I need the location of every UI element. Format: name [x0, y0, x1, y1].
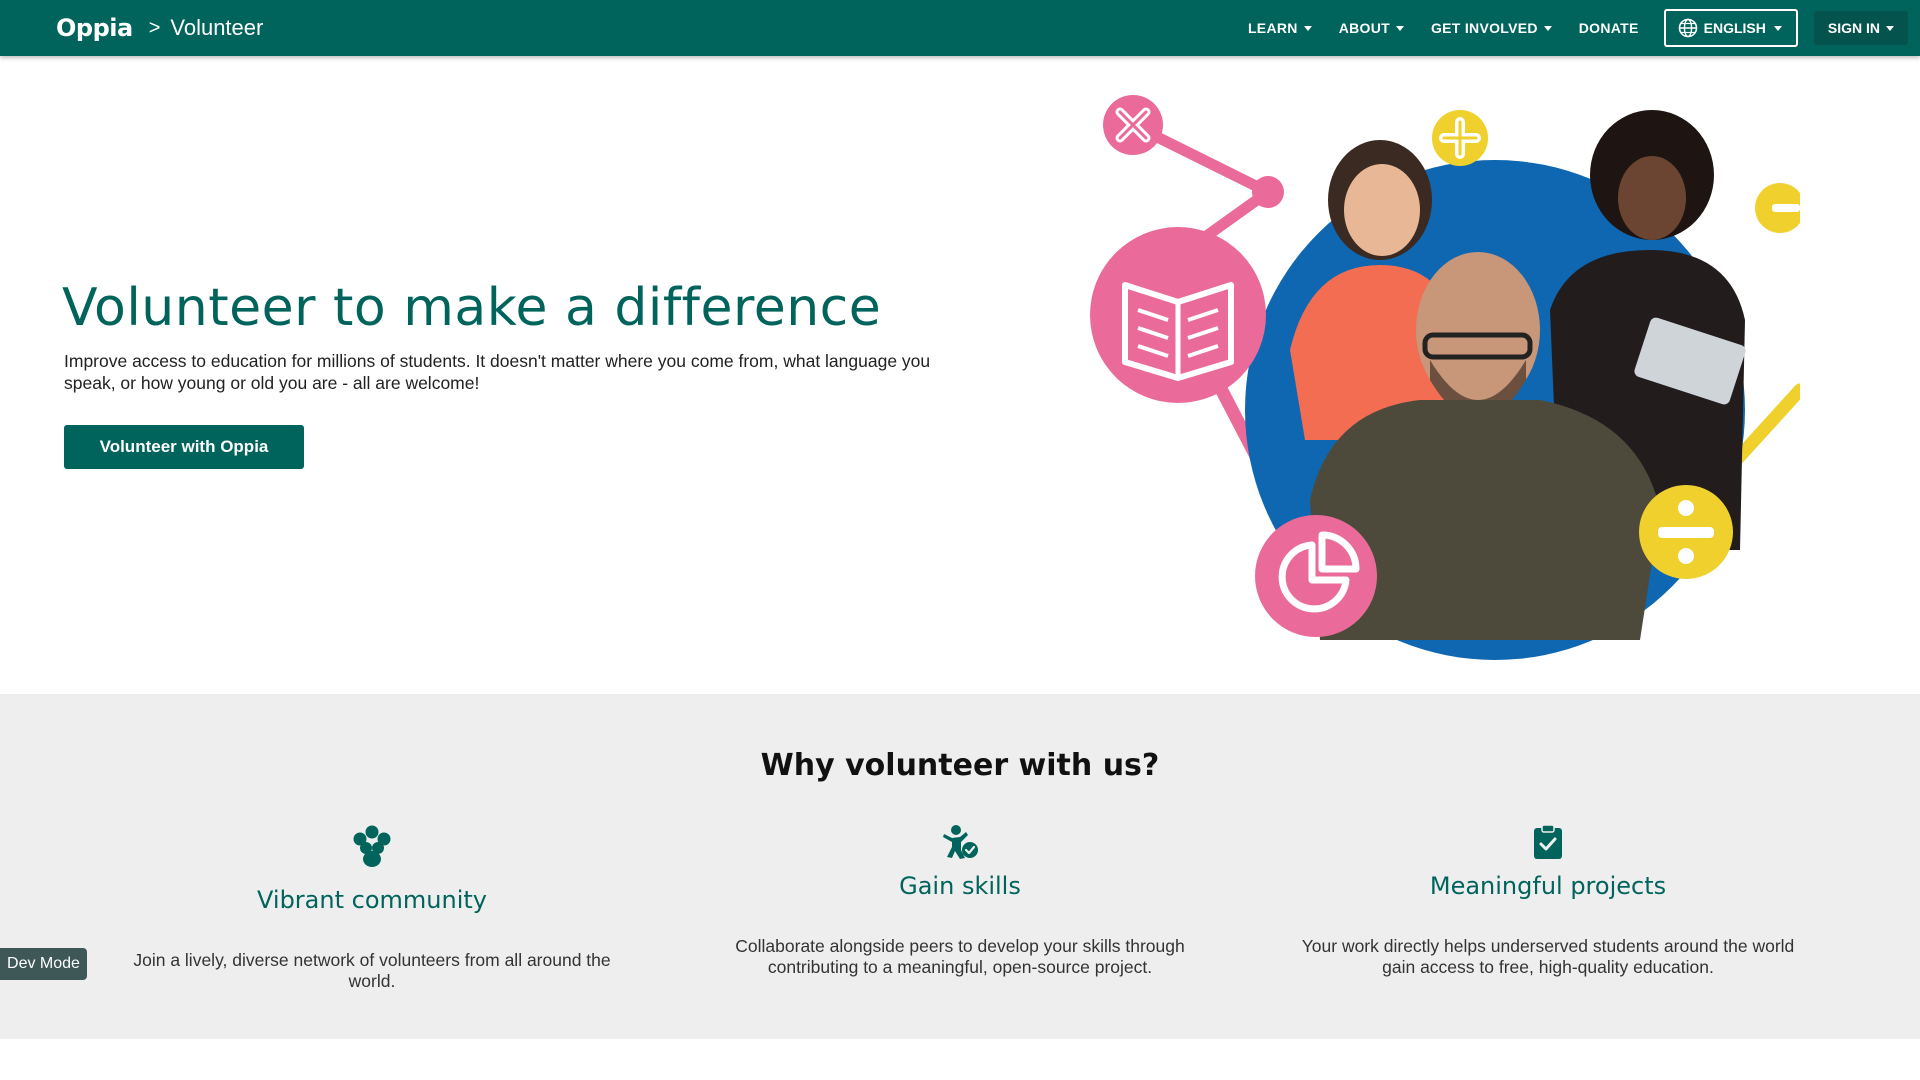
language-label: ENGLISH [1703, 20, 1766, 36]
why-section-title: Why volunteer with us? [760, 748, 1160, 783]
sign-in-button[interactable]: SIGN IN [1813, 11, 1908, 45]
language-selector[interactable]: ENGLISH [1663, 9, 1798, 47]
breadcrumb-separator: > [148, 16, 161, 39]
nav-about-label: ABOUT [1338, 20, 1390, 36]
feature-description: Join a lively, diverse network of volunt… [133, 950, 611, 991]
feature-card: Gain skills Collaborate alongside peers … [700, 824, 1220, 978]
feature-description: Your work directly helps underserved stu… [1301, 936, 1795, 977]
nav-get-involved-label: GET INVOLVED [1430, 20, 1538, 36]
caret-down-icon [1395, 25, 1404, 31]
oppia-logo[interactable]: Oppia [56, 14, 133, 42]
clipboard-check-icon [1534, 824, 1562, 859]
plus-badge [1432, 110, 1488, 166]
why-volunteer-section: Why volunteer with us? Vibrant community… [0, 694, 1920, 1039]
nav-learn-label: LEARN [1247, 20, 1298, 36]
globe-icon [1678, 18, 1697, 38]
volunteer-with-oppia-button[interactable]: Volunteer with Oppia [64, 425, 304, 469]
feature-title: Vibrant community [257, 886, 487, 914]
feature-card: Meaningful projects Your work directly h… [1288, 824, 1808, 978]
caret-down-icon [1303, 25, 1312, 31]
hero-description: Improve access to education for millions… [64, 351, 931, 393]
feature-title: Meaningful projects [1429, 872, 1667, 900]
community-icon [353, 825, 391, 867]
caret-down-icon [1543, 25, 1552, 31]
caret-down-icon [1773, 25, 1782, 31]
feature-card: Vibrant community Join a lively, diverse… [112, 824, 632, 992]
multiply-badge [1103, 95, 1163, 155]
feature-description: Collaborate alongside peers to develop y… [735, 936, 1185, 977]
hero-title: Volunteer to make a difference [62, 278, 882, 338]
feature-title: Gain skills [899, 872, 1021, 900]
sign-in-label: SIGN IN [1827, 20, 1880, 36]
brand-breadcrumb: Oppia > Volunteer [56, 12, 263, 44]
top-navigation-bar: Oppia > Volunteer LEARN ABOUT GET INVOLV… [0, 0, 1920, 56]
nav-about-dropdown[interactable]: ABOUT [1339, 20, 1404, 36]
book-badge [1090, 227, 1266, 403]
nav-get-involved-dropdown[interactable]: GET INVOLVED [1431, 20, 1552, 36]
caret-down-icon [1886, 25, 1894, 31]
nav-donate-label: DONATE [1578, 20, 1639, 36]
divide-badge [1639, 485, 1733, 579]
nav-learn-dropdown[interactable]: LEARN [1248, 20, 1312, 36]
hero-illustration [1090, 95, 1800, 660]
pie-chart-badge [1255, 515, 1377, 637]
dev-mode-badge[interactable]: Dev Mode [0, 948, 87, 980]
skill-check-icon [943, 825, 978, 859]
nav-donate-link[interactable]: DONATE [1579, 20, 1639, 36]
nav-links: LEARN ABOUT GET INVOLVED DONATE ENGLISH [1248, 0, 1920, 56]
connector-node [1252, 176, 1284, 208]
minus-badge [1755, 183, 1800, 233]
breadcrumb-current-page: Volunteer [170, 15, 264, 40]
